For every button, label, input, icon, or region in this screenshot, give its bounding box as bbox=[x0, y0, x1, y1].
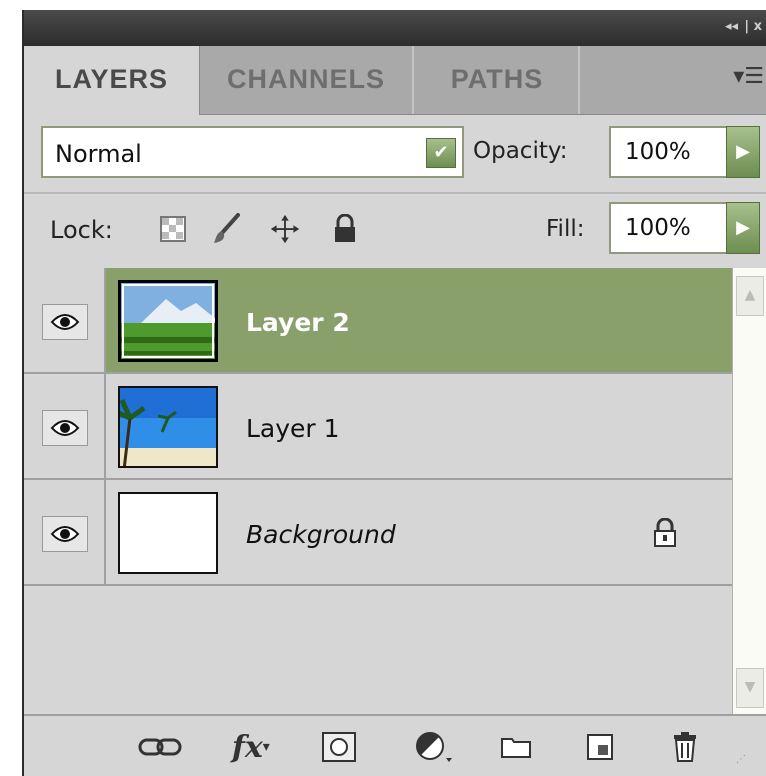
collapse-panel-button[interactable]: ◂◂ bbox=[725, 19, 738, 34]
chevron-down-icon[interactable]: ✔ bbox=[426, 138, 456, 168]
fx-icon[interactable]: fx ▾ bbox=[232, 730, 270, 765]
beach-palm-thumbnail bbox=[120, 388, 216, 466]
resize-grip-icon[interactable]: ⋰ bbox=[736, 742, 746, 776]
tab-paths[interactable]: PATHS bbox=[416, 46, 580, 114]
bottom-toolbar: fx ▾ ⋰ bbox=[24, 714, 766, 776]
opacity-label: Opacity: bbox=[473, 138, 568, 164]
blend-mode-value: Normal bbox=[55, 140, 142, 168]
lock-all-icon[interactable] bbox=[330, 214, 360, 244]
visibility-cell bbox=[24, 268, 106, 372]
fill-input[interactable]: 100% bbox=[609, 202, 729, 254]
blend-mode-select[interactable]: Normal ✔ bbox=[41, 126, 464, 178]
layer-mask-icon[interactable] bbox=[322, 730, 356, 764]
lock-image-icon[interactable] bbox=[212, 213, 242, 244]
blend-mode-row: Normal ✔ Opacity: 100% ▶ bbox=[24, 114, 766, 194]
visibility-cell bbox=[24, 480, 106, 584]
group-folder-icon[interactable] bbox=[500, 730, 532, 764]
tab-layers[interactable]: LAYERS bbox=[24, 46, 200, 115]
fill-slider-button[interactable]: ▶ bbox=[726, 202, 760, 254]
lock-row: Lock: Fill: 100% ▶ bbox=[24, 192, 766, 270]
panel-title-bar: ◂◂ | x bbox=[24, 10, 766, 46]
layer-list: Layer 2 Layer 1 Background bbox=[24, 268, 732, 714]
visibility-cell bbox=[24, 374, 106, 478]
fill-label: Fill: bbox=[546, 216, 585, 242]
scroll-down-button[interactable]: ▼ bbox=[736, 668, 764, 708]
layer-name[interactable]: Layer 2 bbox=[246, 308, 350, 337]
layer-thumbnail bbox=[118, 492, 218, 574]
layer-row-layer-2[interactable]: Layer 2 bbox=[24, 268, 732, 374]
link-layers-icon[interactable] bbox=[138, 730, 182, 764]
close-panel-button[interactable]: | x bbox=[744, 19, 762, 34]
layer-list-empty-area[interactable] bbox=[24, 586, 732, 714]
layer-row-layer-1[interactable]: Layer 1 bbox=[24, 374, 732, 480]
eye-icon[interactable] bbox=[42, 410, 88, 446]
new-layer-icon[interactable] bbox=[586, 730, 614, 764]
scroll-up-button[interactable]: ▲ bbox=[736, 276, 764, 316]
lock-label: Lock: bbox=[50, 216, 113, 244]
opacity-slider-button[interactable]: ▶ bbox=[726, 126, 760, 178]
eye-icon[interactable] bbox=[42, 304, 88, 340]
eye-icon[interactable] bbox=[42, 516, 88, 552]
layer-name[interactable]: Background bbox=[246, 520, 396, 549]
menu-icon[interactable]: ▾☰ bbox=[733, 64, 764, 89]
lock-icon bbox=[652, 517, 678, 552]
white-thumbnail bbox=[120, 494, 216, 572]
layer-thumbnail bbox=[118, 280, 218, 362]
lock-transparent-icon[interactable] bbox=[158, 214, 188, 244]
layer-row-background[interactable]: Background bbox=[24, 480, 732, 586]
layer-name[interactable]: Layer 1 bbox=[246, 414, 340, 443]
layers-panel: ◂◂ | x LAYERS CHANNELS PATHS ▾☰ Normal ✔… bbox=[22, 10, 766, 776]
adjustment-layer-icon[interactable] bbox=[414, 730, 456, 764]
opacity-input[interactable]: 100% bbox=[609, 126, 729, 178]
tab-channels[interactable]: CHANNELS bbox=[200, 46, 414, 114]
layer-list-scrollbar[interactable]: ▲ ▼ bbox=[732, 268, 766, 714]
lock-position-icon[interactable] bbox=[270, 214, 300, 244]
panel-tab-bar: LAYERS CHANNELS PATHS ▾☰ bbox=[24, 46, 766, 115]
mountain-field-thumbnail bbox=[121, 283, 215, 359]
delete-trash-icon[interactable] bbox=[672, 730, 698, 764]
layer-thumbnail bbox=[118, 386, 218, 468]
